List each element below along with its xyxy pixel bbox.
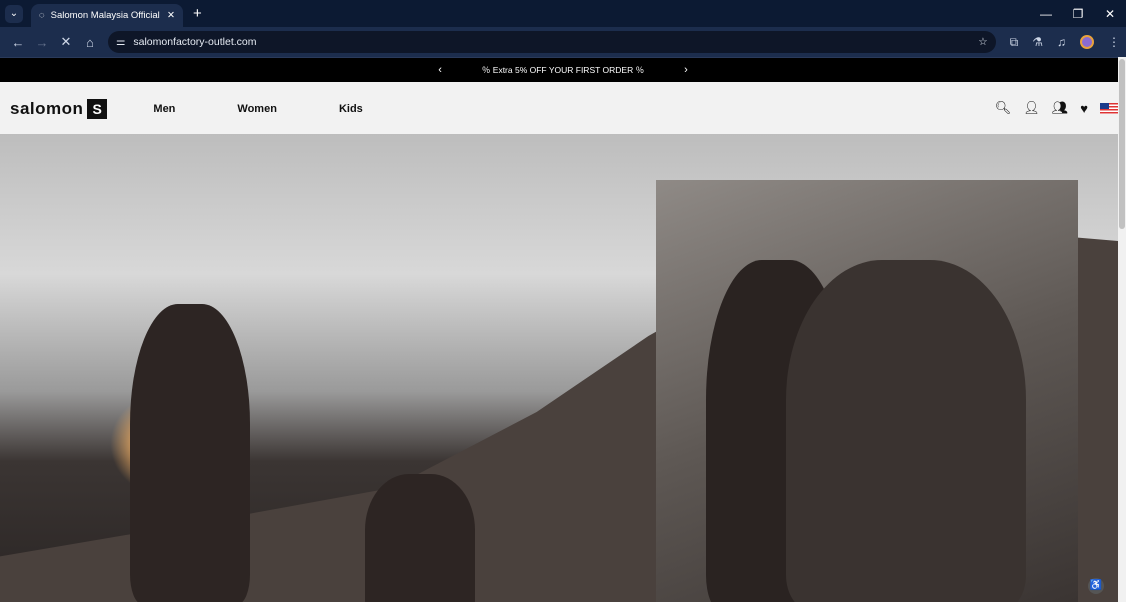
- menu-icon[interactable]: ⋮: [1108, 35, 1120, 50]
- url-text: salomonfactory-outlet.com: [133, 36, 257, 48]
- discount-icon: ％: [481, 65, 493, 75]
- promo-prev-button[interactable]: ‹: [438, 64, 442, 76]
- nav-kids[interactable]: Kids: [339, 103, 363, 115]
- wishlist-heart-icon[interactable]: ♥: [1080, 101, 1088, 116]
- extensions-icon[interactable]: ⧉: [1010, 35, 1019, 50]
- restore-button[interactable]: ❐: [1062, 7, 1094, 21]
- hiker-silhouette: [130, 304, 250, 602]
- hiker-photo: [786, 260, 1026, 602]
- discount-icon: ％: [633, 65, 645, 75]
- browser-tab[interactable]: ◌ Salomon Malaysia Official Website ✕: [31, 4, 183, 27]
- promo-text: Extra 5% OFF YOUR FIRST ORDER: [492, 65, 634, 75]
- labs-icon[interactable]: ⚗: [1032, 35, 1043, 50]
- malaysia-flag-icon[interactable]: [1100, 102, 1118, 114]
- tab-search-button[interactable]: ⌄: [5, 4, 23, 23]
- back-button[interactable]: ←: [6, 35, 30, 50]
- address-bar[interactable]: ⚌ salomonfactory-outlet.com ☆: [107, 31, 996, 53]
- site-info-icon[interactable]: ⚌: [116, 36, 125, 48]
- browser-toolbar: ← → ✕ ⌂ ⚌ salomonfactory-outlet.com ☆ ⧉ …: [0, 27, 1126, 57]
- close-window-button[interactable]: ✕: [1094, 7, 1126, 21]
- bookmark-star-icon[interactable]: ☆: [978, 36, 987, 48]
- browser-tab-strip: ⌄ ◌ Salomon Malaysia Official Website ✕ …: [0, 0, 1126, 27]
- new-tab-button[interactable]: +: [193, 5, 202, 22]
- logo-text: salomon: [10, 98, 84, 118]
- stop-button[interactable]: ✕: [54, 34, 78, 50]
- tab-title: Salomon Malaysia Official Website: [50, 10, 161, 21]
- profile-avatar[interactable]: [1079, 34, 1094, 49]
- logo-mark: S: [87, 98, 108, 119]
- search-icon[interactable]: 🔍︎: [995, 100, 1012, 116]
- page-scrollbar[interactable]: [1118, 57, 1126, 602]
- forward-button[interactable]: →: [30, 35, 54, 50]
- account-icon[interactable]: 👤︎: [1023, 100, 1040, 116]
- promo-bar: ‹ ％ Extra 5% OFF YOUR FIRST ORDER ％ ›: [0, 57, 1126, 82]
- promo-next-button[interactable]: ›: [684, 64, 688, 76]
- salomon-logo[interactable]: salomon S: [10, 98, 108, 119]
- register-icon[interactable]: 👥︎: [1052, 100, 1069, 116]
- media-control-icon[interactable]: ♫: [1057, 35, 1066, 50]
- nav-women[interactable]: Women: [237, 103, 277, 115]
- hiker-silhouette: [365, 474, 475, 602]
- nav-men[interactable]: Men: [153, 103, 175, 115]
- minimize-button[interactable]: —: [1030, 7, 1062, 21]
- hero-banner-image[interactable]: ♿: [0, 134, 1118, 602]
- main-nav: Men Women Kids: [153, 103, 424, 115]
- accessibility-icon[interactable]: ♿: [1088, 578, 1104, 594]
- close-tab-icon[interactable]: ✕: [167, 10, 175, 21]
- loading-icon: ◌: [39, 10, 45, 21]
- site-header: salomon S Men Women Kids 🔍︎ 👤︎ 👥︎ ♥: [0, 82, 1126, 135]
- home-button[interactable]: ⌂: [78, 35, 102, 50]
- hero-inset-image: [656, 180, 1078, 602]
